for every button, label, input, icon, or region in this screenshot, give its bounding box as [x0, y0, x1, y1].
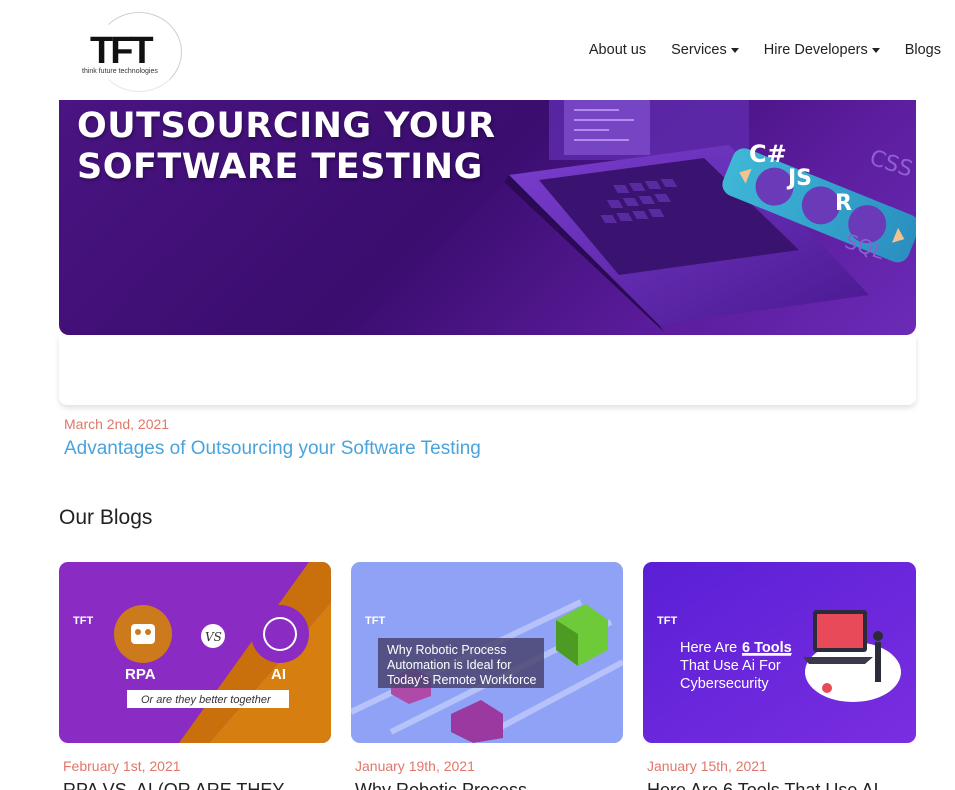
nav-blogs[interactable]: Blogs	[905, 42, 941, 58]
blog-card[interactable]: VS RPA AI Or are they better together TF…	[59, 562, 331, 790]
laptop-illustration: C# JS R CSS SQL	[504, 100, 916, 332]
featured-date: March 2nd, 2021	[64, 416, 170, 432]
featured-title-link[interactable]: Advantages of Outsourcing your Software …	[64, 438, 481, 460]
tag-csharp: C#	[749, 140, 787, 168]
our-blogs-heading: Our Blogs	[59, 506, 153, 529]
blog-card-image[interactable]: Here Are 6 Tools That Use Ai For Cyberse…	[643, 562, 916, 743]
img-line-3: Today's Remote Workforce	[387, 673, 536, 687]
nav-about-us[interactable]: About us	[589, 42, 646, 58]
hero-title: OUTSOURCING YOUR SOFTWARE TESTING	[77, 106, 496, 188]
site-header: TFT think future technologies About us S…	[0, 0, 955, 100]
hero-title-line2: SOFTWARE TESTING	[77, 147, 483, 187]
side-word-css: CSS	[867, 146, 916, 183]
img-line-2: That Use Ai For	[680, 658, 781, 674]
vs-label: VS	[205, 630, 222, 644]
mini-logo: TFT	[657, 615, 677, 627]
blog-card-image[interactable]: VS RPA AI Or are they better together TF…	[59, 562, 331, 743]
featured-hero-image[interactable]: OUTSOURCING YOUR SOFTWARE TESTING C# JS …	[59, 100, 916, 335]
rpa-caption: Or are they better together	[141, 694, 272, 706]
rpa-vs-ai-image: VS RPA AI Or are they better together TF…	[59, 562, 331, 743]
blog-card-image[interactable]: Why Robotic Process Automation is Ideal …	[351, 562, 623, 743]
mini-logo: TFT	[365, 615, 385, 627]
hero-title-line1: OUTSOURCING YOUR	[77, 106, 496, 146]
blog-card-date: February 1st, 2021	[63, 758, 181, 774]
blog-card-date: January 19th, 2021	[355, 758, 475, 774]
blog-card-title[interactable]: RPA VS. AI (OR ARE THEY	[63, 780, 331, 790]
mini-logo: TFT	[73, 615, 93, 627]
logo-tagline: think future technologies	[82, 68, 158, 75]
main-nav: About us Services Hire Developers Blogs	[564, 42, 941, 58]
ai-cybersecurity-tools-image: Here Are 6 Tools That Use Ai For Cyberse…	[643, 562, 916, 743]
nav-blogs-label: Blogs	[904, 42, 941, 58]
ai-label: AI	[271, 666, 286, 683]
tag-r: R	[835, 191, 852, 216]
logo-mark: TFT	[90, 30, 154, 72]
img-line-1: Why Robotic Process	[387, 643, 506, 657]
blog-card-title[interactable]: Why Robotic Process	[355, 780, 623, 790]
nav-services[interactable]: Services	[671, 42, 739, 58]
featured-card-body	[59, 335, 916, 405]
caret-down-icon	[730, 47, 739, 53]
nav-services-label: Services	[671, 42, 727, 58]
rpa-label: RPA	[125, 666, 156, 683]
nav-hire-developers-label: Hire Developers	[763, 42, 868, 58]
blog-card-date: January 15th, 2021	[647, 758, 767, 774]
nav-hire-developers[interactable]: Hire Developers	[764, 42, 880, 58]
rpa-remote-workforce-image: Why Robotic Process Automation is Ideal …	[351, 562, 623, 743]
img-line-3: Cybersecurity	[680, 676, 769, 692]
img-line-2: Automation is Ideal for	[387, 658, 511, 672]
img-line-1b: 6 Tools	[742, 640, 792, 656]
blog-card[interactable]: Here Are 6 Tools That Use Ai For Cyberse…	[643, 562, 916, 790]
nav-about-us-label: About us	[588, 42, 647, 58]
blog-card[interactable]: Why Robotic Process Automation is Ideal …	[351, 562, 623, 790]
img-line-1a: Here Are	[680, 640, 737, 656]
blog-card-title[interactable]: Here Are 6 Tools That Use AI	[647, 780, 915, 790]
site-logo[interactable]: TFT think future technologies	[72, 12, 184, 92]
caret-down-icon	[871, 47, 880, 53]
tag-js: JS	[786, 166, 812, 191]
